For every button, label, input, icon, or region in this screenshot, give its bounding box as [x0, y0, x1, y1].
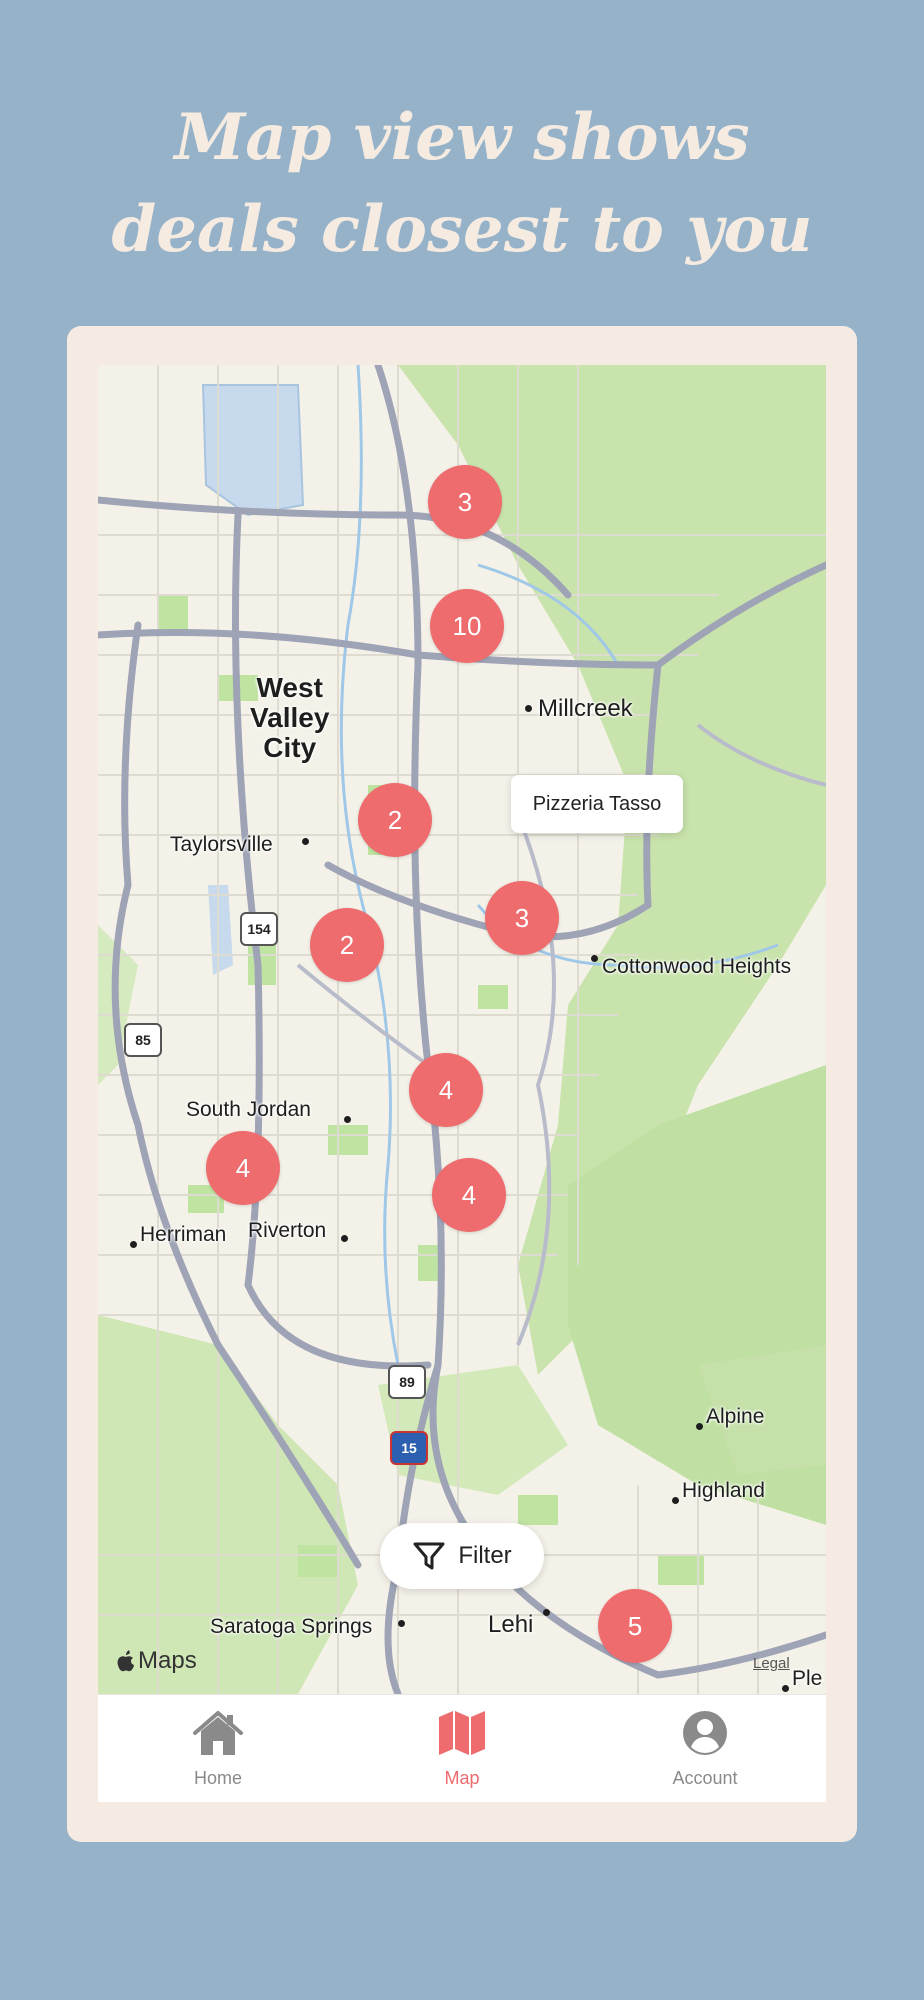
place-south-jordan: South Jordan	[186, 1098, 311, 1121]
place-dot	[341, 1235, 348, 1242]
place-tooltip-pizzeria-tasso[interactable]: Pizzeria Tasso	[511, 775, 683, 833]
filter-button[interactable]: Filter	[380, 1523, 544, 1589]
deal-cluster-marker[interactable]: 4	[432, 1158, 506, 1232]
deal-cluster-marker[interactable]: 4	[409, 1053, 483, 1127]
place-millcreek: Millcreek	[538, 695, 633, 722]
place-west-valley-line-1: West	[256, 672, 323, 703]
place-dot	[525, 705, 532, 712]
tab-map[interactable]: Map	[402, 1709, 522, 1789]
account-icon	[683, 1711, 727, 1755]
place-dot	[696, 1423, 703, 1430]
deal-cluster-marker[interactable]: 4	[206, 1131, 280, 1205]
tab-home-label: Home	[193, 1768, 242, 1788]
place-dot	[302, 838, 309, 845]
headline-line-1: Map view shows	[174, 100, 750, 175]
place-saratoga-springs: Saratoga Springs	[210, 1615, 373, 1638]
headline: Map view shows deals closest to you	[0, 92, 924, 276]
maps-attribution: Maps	[116, 1647, 197, 1675]
route-154-shield: 154	[240, 912, 278, 946]
place-west-valley-line-2: Valley	[250, 702, 330, 733]
route-89-shield: 89	[388, 1365, 426, 1399]
headline-line-2: deals closest to you	[111, 192, 813, 267]
place-lehi: Lehi	[488, 1611, 534, 1638]
tab-bar: Home Map Account	[98, 1694, 826, 1802]
filter-icon	[413, 1542, 445, 1570]
place-dot	[672, 1497, 679, 1504]
place-dot	[782, 1685, 789, 1692]
apple-logo-icon	[117, 1650, 134, 1672]
map-icon	[439, 1711, 485, 1755]
place-riverton: Riverton	[248, 1219, 327, 1242]
place-herriman: Herriman	[140, 1223, 227, 1246]
place-dot	[130, 1241, 137, 1248]
place-ple: Ple	[792, 1667, 823, 1690]
place-highland: Highland	[682, 1479, 765, 1502]
deal-cluster-marker[interactable]: 2	[358, 783, 432, 857]
app-screen: West Valley City Millcreek Taylorsville …	[98, 365, 826, 1802]
interstate-15-shield: 15	[390, 1431, 428, 1465]
place-cottonwood-heights: Cottonwood Heights	[602, 955, 792, 978]
deal-cluster-marker[interactable]: 10	[430, 589, 504, 663]
place-dot	[344, 1116, 351, 1123]
filter-label: Filter	[458, 1542, 512, 1569]
deal-cluster-marker[interactable]: 3	[485, 881, 559, 955]
place-taylorsville: Taylorsville	[170, 833, 273, 856]
tab-account[interactable]: Account	[645, 1709, 765, 1789]
place-west-valley-city: West Valley City	[250, 673, 329, 763]
place-dot	[398, 1620, 405, 1627]
place-alpine: Alpine	[706, 1405, 765, 1428]
place-west-valley-line-3: City	[263, 732, 317, 763]
place-dot	[591, 955, 598, 962]
route-85-shield: 85	[124, 1023, 162, 1057]
tab-home[interactable]: Home	[158, 1709, 278, 1789]
tab-map-label: Map	[444, 1768, 480, 1788]
map-view[interactable]: West Valley City Millcreek Taylorsville …	[98, 365, 826, 1694]
place-dot	[543, 1609, 550, 1616]
legal-link[interactable]: Legal	[753, 1655, 790, 1672]
tab-account-label: Account	[672, 1768, 738, 1788]
deal-cluster-marker[interactable]: 5	[598, 1589, 672, 1663]
home-icon	[193, 1711, 243, 1755]
deal-cluster-marker[interactable]: 2	[310, 908, 384, 982]
deal-cluster-marker[interactable]: 3	[428, 465, 502, 539]
maps-label: Maps	[138, 1647, 197, 1674]
